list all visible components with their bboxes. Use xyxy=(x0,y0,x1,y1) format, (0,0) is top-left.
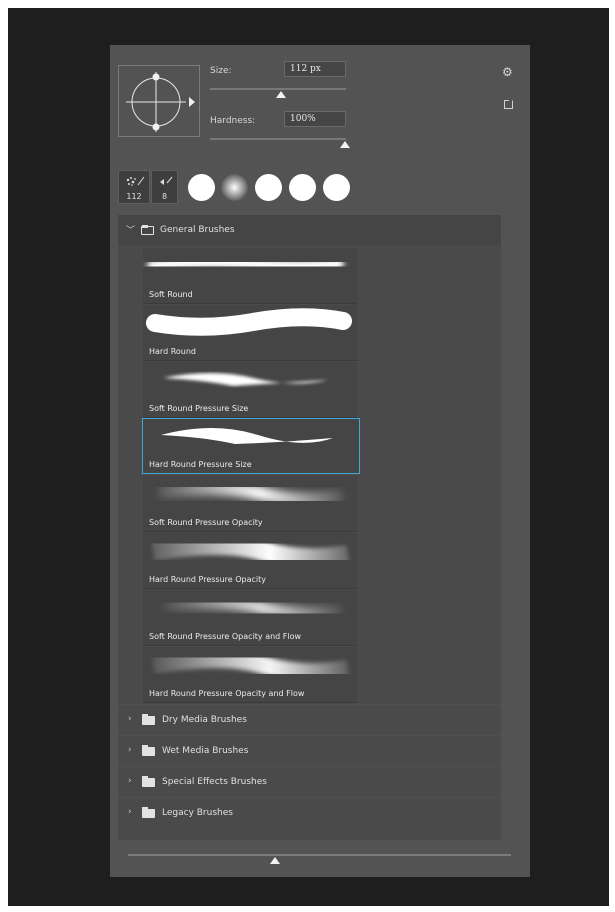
brush-name: Hard Round xyxy=(149,347,196,356)
size-slider-track[interactable] xyxy=(210,88,346,90)
stroke-preview xyxy=(162,597,344,619)
group-wet-media-brushes[interactable]: › Wet Media Brushes xyxy=(118,735,501,766)
small-brush-icon xyxy=(160,176,173,185)
brush-name: Soft Round xyxy=(149,290,193,299)
screen-border-right xyxy=(609,0,615,912)
size-field[interactable]: 112 px xyxy=(284,61,346,77)
hardness-field[interactable]: 100% xyxy=(284,111,346,127)
brush-soft-round-pressure-opacity[interactable]: Soft Round Pressure Opacity xyxy=(143,476,357,532)
preview-size-slider-track[interactable] xyxy=(128,854,511,856)
recent-brush-hard[interactable] xyxy=(289,174,316,201)
scatter-brush-icon xyxy=(126,176,145,186)
hardness-label: Hardness: xyxy=(210,116,256,126)
group-name: Dry Media Brushes xyxy=(162,715,247,725)
brush-name: Soft Round Pressure Opacity xyxy=(149,518,263,527)
brush-list[interactable]: ﹀ General Brushes Soft Round Hard Round … xyxy=(118,215,501,840)
stroke-preview xyxy=(146,308,352,336)
stroke-preview xyxy=(161,428,333,444)
group-special-effects-brushes[interactable]: › Special Effects Brushes xyxy=(118,766,501,797)
brush-soft-round[interactable]: Soft Round xyxy=(143,248,357,304)
recent-brush-hard[interactable] xyxy=(255,174,282,201)
new-preset-icon[interactable] xyxy=(504,100,513,109)
group-name: General Brushes xyxy=(160,225,235,235)
recent-brushes-row: 112 8 xyxy=(118,170,363,204)
stroke-preview xyxy=(151,535,350,569)
chevron-right-icon[interactable]: › xyxy=(128,745,132,755)
size-slider-thumb[interactable] xyxy=(276,91,286,98)
chevron-right-icon[interactable]: › xyxy=(128,714,132,724)
recent-brush-tile[interactable]: 8 xyxy=(151,170,178,204)
recent-brush-size: 8 xyxy=(161,192,168,201)
brush-soft-round-pressure-size[interactable]: Soft Round Pressure Size xyxy=(143,362,357,418)
brush-preset-panel: Size: 112 px Hardness: 100% ⚙ 112 8 ﹀ Ge… xyxy=(110,45,530,877)
brush-tip-preview-icon[interactable] xyxy=(118,65,200,137)
recent-brush-hard[interactable] xyxy=(323,174,350,201)
group-name: Wet Media Brushes xyxy=(162,746,249,756)
brush-hard-round-pressure-opacity[interactable]: Hard Round Pressure Opacity xyxy=(143,533,357,589)
hardness-slider-track[interactable] xyxy=(210,138,346,140)
brush-hard-round[interactable]: Hard Round xyxy=(143,305,357,361)
brush-name: Soft Round Pressure Opacity and Flow xyxy=(149,632,302,641)
stroke-preview xyxy=(151,650,350,682)
recent-brush-size: 112 xyxy=(126,192,142,201)
folder-icon xyxy=(142,745,155,756)
screen-border-bottom xyxy=(0,906,615,912)
brush-soft-round-pressure-opacity-and-flow[interactable]: Soft Round Pressure Opacity and Flow xyxy=(143,590,357,646)
group-legacy-brushes[interactable]: › Legacy Brushes xyxy=(118,797,501,828)
stroke-preview xyxy=(147,256,344,272)
brush-hard-round-pressure-size[interactable]: Hard Round Pressure Size xyxy=(142,418,360,474)
screen-border-top xyxy=(0,0,615,8)
folder-icon xyxy=(142,807,155,818)
screen-border-left xyxy=(0,0,8,912)
recent-brush-tile[interactable]: 112 xyxy=(118,170,150,204)
brush-name: Hard Round Pressure Size xyxy=(149,460,252,469)
preview-size-slider-thumb[interactable] xyxy=(270,857,280,864)
brush-hard-round-pressure-opacity-and-flow[interactable]: Hard Round Pressure Opacity and Flow xyxy=(143,647,357,703)
stroke-preview xyxy=(157,481,345,507)
group-name: Legacy Brushes xyxy=(162,808,233,818)
size-label: Size: xyxy=(210,66,232,76)
chevron-right-icon[interactable]: › xyxy=(128,776,132,786)
folder-icon xyxy=(142,714,155,725)
recent-brush-soft[interactable] xyxy=(221,174,248,201)
group-general-brushes[interactable]: ﹀ General Brushes xyxy=(118,215,501,245)
chevron-right-icon[interactable]: › xyxy=(128,807,132,817)
group-name: Special Effects Brushes xyxy=(162,777,267,787)
brush-name: Soft Round Pressure Size xyxy=(149,404,249,413)
group-dry-media-brushes[interactable]: › Dry Media Brushes xyxy=(118,704,501,735)
brush-name: Hard Round Pressure Opacity xyxy=(149,575,267,584)
gear-icon[interactable]: ⚙ xyxy=(502,65,513,79)
chevron-down-icon[interactable]: ﹀ xyxy=(126,223,135,236)
stroke-preview xyxy=(163,373,328,386)
folder-open-icon xyxy=(141,225,154,235)
recent-brush-hard[interactable] xyxy=(188,174,215,201)
hardness-slider-thumb[interactable] xyxy=(340,141,350,148)
brush-name: Hard Round Pressure Opacity and Flow xyxy=(149,689,305,698)
folder-icon xyxy=(142,776,155,787)
